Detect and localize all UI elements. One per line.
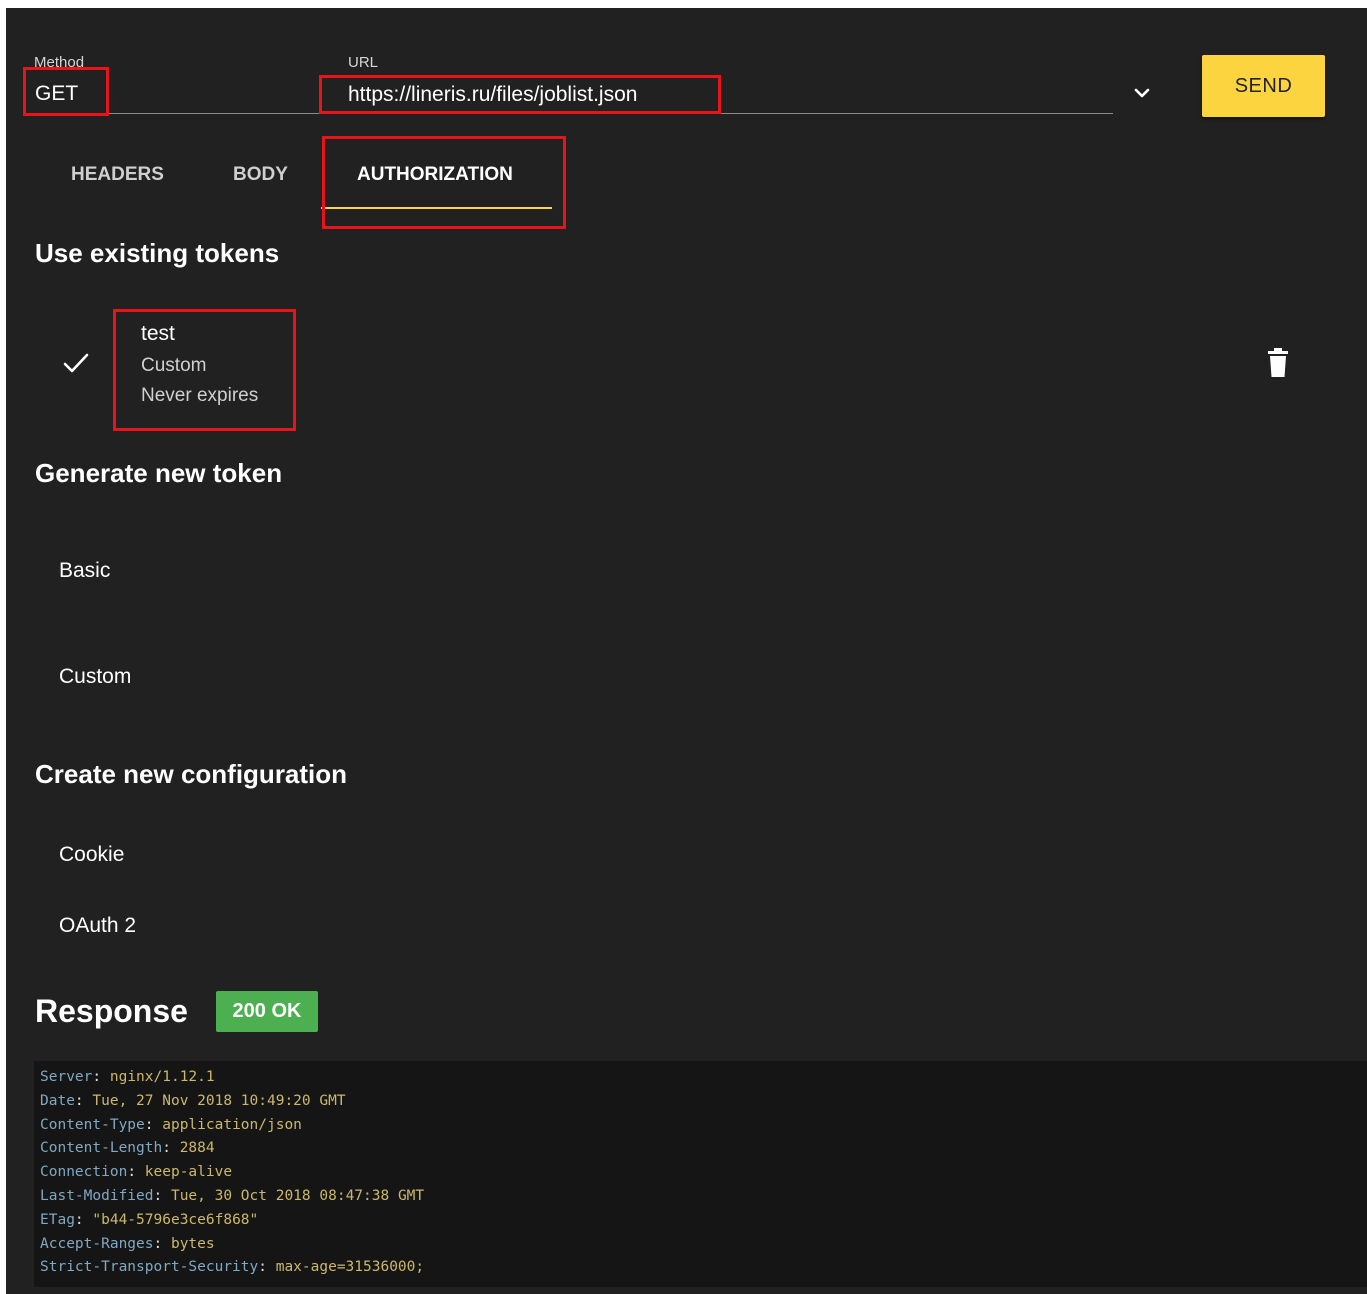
authorization-tab-highlight-box	[322, 136, 566, 229]
response-headers-panel: Server: nginx/1.12.1 Date: Tue, 27 Nov 20…	[34, 1061, 1367, 1287]
response-header-value: "b44-5796e3ce6f868"	[92, 1211, 259, 1228]
response-header-line: Connection: keep-alive	[40, 1164, 233, 1181]
trash-icon[interactable]	[1267, 348, 1289, 378]
chevron-down-icon[interactable]	[1132, 85, 1152, 101]
generate-token-heading: Generate new token	[35, 458, 283, 488]
response-header-key: Content-Type	[40, 1116, 145, 1133]
existing-tokens-heading: Use existing tokens	[35, 238, 280, 268]
response-header-value: keep-alive	[144, 1164, 233, 1181]
response-heading: Response	[35, 993, 188, 1029]
url-label: URL	[348, 54, 379, 71]
response-header-key: Content-Length	[40, 1140, 163, 1157]
url-highlight-box	[319, 75, 721, 114]
response-header-value: 2884	[179, 1140, 215, 1157]
response-header-key: Date	[40, 1092, 75, 1109]
tab-body[interactable]: BODY	[233, 164, 288, 186]
config-oauth2-item[interactable]: OAuth 2	[59, 914, 136, 938]
response-header-key: Last-Modified	[40, 1188, 154, 1204]
response-header-key: Connection	[40, 1164, 128, 1181]
response-header-line: Strict-Transport-Security: max-age=31536…	[40, 1259, 425, 1276]
response-header-line: Content-Length: 2884	[40, 1140, 215, 1157]
response-header-value: max-age=31536000;	[275, 1259, 425, 1276]
response-header-value: bytes	[170, 1235, 215, 1252]
response-header-key: Server	[40, 1069, 93, 1085]
response-header-value: Tue, 27 Nov 2018 10:49:20 GMT	[92, 1092, 346, 1109]
check-icon	[62, 351, 90, 375]
method-highlight-box	[23, 67, 109, 116]
response-header-line: Server: nginx/1.12.1	[40, 1069, 215, 1085]
response-header-line: Accept-Ranges: bytes	[40, 1235, 215, 1252]
status-badge: 200 OK	[216, 991, 318, 1032]
response-header-line: ETag: "b44-5796e3ce6f868"	[40, 1211, 259, 1228]
response-header-line: Last-Modified: Tue, 30 Oct 2018 08:47:38…	[40, 1188, 425, 1204]
create-config-heading: Create new configuration	[35, 759, 348, 789]
tab-headers[interactable]: HEADERS	[71, 164, 164, 186]
response-header-key: Strict-Transport-Security	[40, 1259, 259, 1276]
response-header-key: ETag	[40, 1211, 75, 1228]
token-highlight-box	[113, 309, 296, 431]
generate-basic-item[interactable]: Basic	[59, 559, 110, 583]
send-button[interactable]: SEND	[1202, 55, 1325, 117]
response-header-line: Date: Tue, 27 Nov 2018 10:49:20 GMT	[40, 1092, 346, 1109]
response-header-value: Tue, 30 Oct 2018 08:47:38 GMT	[170, 1188, 425, 1204]
response-header-line: Content-Type: application/json	[40, 1116, 302, 1133]
config-cookie-item[interactable]: Cookie	[59, 843, 124, 867]
app-window: Method GET URL https://lineris.ru/files/…	[6, 8, 1367, 1294]
generate-custom-item[interactable]: Custom	[59, 665, 131, 689]
response-header-value: nginx/1.12.1	[109, 1069, 215, 1085]
response-header-value: application/json	[162, 1116, 302, 1133]
response-header-key: Accept-Ranges	[40, 1235, 154, 1252]
